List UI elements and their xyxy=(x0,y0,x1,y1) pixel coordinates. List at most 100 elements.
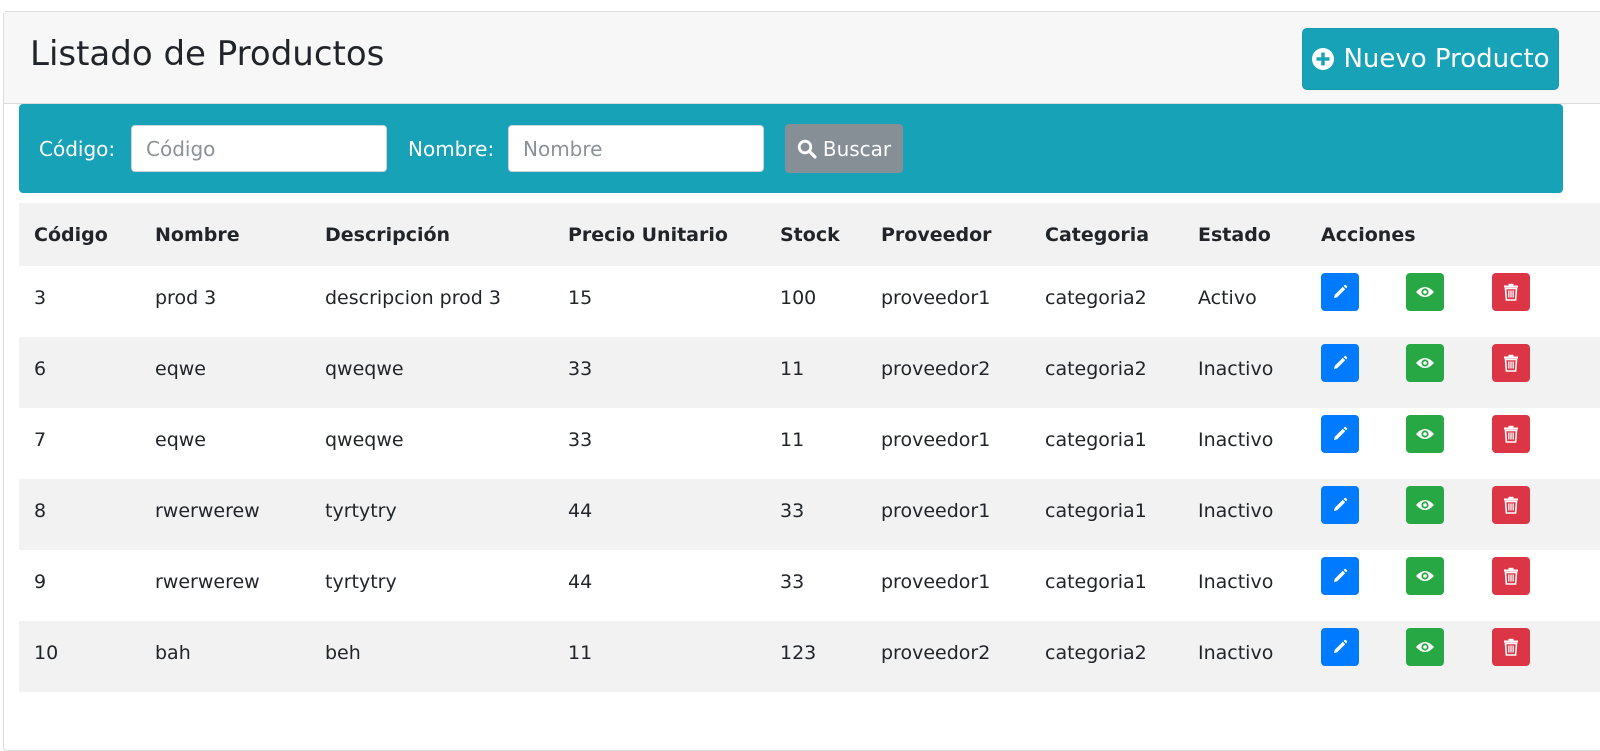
cell-codigo: 7 xyxy=(19,408,140,479)
pencil-icon xyxy=(1331,354,1349,372)
cell-actions xyxy=(1306,337,1600,408)
search-icon xyxy=(797,139,817,159)
eye-icon xyxy=(1415,498,1435,512)
cell-descripcion: descripcion prod 3 xyxy=(310,266,553,337)
column-header: Descripción xyxy=(310,203,553,266)
delete-button[interactable] xyxy=(1492,343,1530,382)
cell-estado: Inactivo xyxy=(1183,479,1306,550)
trash-icon xyxy=(1503,354,1519,372)
column-header: Estado xyxy=(1183,203,1306,266)
edit-button[interactable] xyxy=(1321,272,1359,311)
cell-stock: 33 xyxy=(765,479,866,550)
products-table: Código Nombre Descripción Precio Unitario St… xyxy=(19,203,1600,692)
view-button[interactable] xyxy=(1406,627,1444,666)
trash-icon xyxy=(1503,283,1519,301)
new-product-button[interactable]: Nuevo Producto xyxy=(1302,28,1559,90)
pencil-icon xyxy=(1331,283,1349,301)
cell-stock: 11 xyxy=(765,337,866,408)
view-button[interactable] xyxy=(1406,414,1444,453)
cell-proveedor: proveedor1 xyxy=(866,266,1030,337)
cell-estado: Inactivo xyxy=(1183,337,1306,408)
cell-codigo: 10 xyxy=(19,621,140,692)
cell-stock: 100 xyxy=(765,266,866,337)
cell-proveedor: proveedor2 xyxy=(866,621,1030,692)
pencil-icon xyxy=(1331,638,1349,656)
cell-nombre: prod 3 xyxy=(140,266,310,337)
cell-estado: Inactivo xyxy=(1183,621,1306,692)
view-button[interactable] xyxy=(1406,343,1444,382)
cell-descripcion: beh xyxy=(310,621,553,692)
delete-button[interactable] xyxy=(1492,272,1530,311)
edit-button[interactable] xyxy=(1321,343,1359,382)
eye-icon xyxy=(1415,640,1435,654)
cell-codigo: 8 xyxy=(19,479,140,550)
cell-descripcion: tyrtytry xyxy=(310,479,553,550)
table-row: 9 rwerwerew tyrtytry 44 33 proveedor1 categori… xyxy=(19,550,1600,621)
cell-precio: 15 xyxy=(553,266,765,337)
search-button-label: Buscar xyxy=(822,136,892,161)
edit-button[interactable] xyxy=(1321,414,1359,453)
trash-icon xyxy=(1503,638,1519,656)
eye-icon xyxy=(1415,356,1435,370)
nombre-input[interactable] xyxy=(508,125,764,172)
view-button[interactable] xyxy=(1406,272,1444,311)
cell-nombre: eqwe xyxy=(140,337,310,408)
cell-estado: Inactivo xyxy=(1183,550,1306,621)
cell-codigo: 9 xyxy=(19,550,140,621)
cell-nombre: rwerwerew xyxy=(140,479,310,550)
delete-button[interactable] xyxy=(1492,485,1530,524)
pencil-icon xyxy=(1331,496,1349,514)
edit-button[interactable] xyxy=(1321,485,1359,524)
search-bar: Código: Nombre: Buscar xyxy=(19,104,1563,193)
cell-categoria: categoria2 xyxy=(1030,337,1183,408)
column-header: Proveedor xyxy=(866,203,1030,266)
cell-actions xyxy=(1306,479,1600,550)
column-header: Categoria xyxy=(1030,203,1183,266)
column-header: Stock xyxy=(765,203,866,266)
cell-descripcion: tyrtytry xyxy=(310,550,553,621)
delete-button[interactable] xyxy=(1492,627,1530,666)
eye-icon xyxy=(1415,285,1435,299)
cell-actions xyxy=(1306,408,1600,479)
cell-categoria: categoria1 xyxy=(1030,408,1183,479)
cell-stock: 123 xyxy=(765,621,866,692)
table-header-row: Código Nombre Descripción Precio Unitario St… xyxy=(19,203,1600,266)
page-title: Listado de Productos xyxy=(30,34,385,74)
delete-button[interactable] xyxy=(1492,556,1530,595)
cell-proveedor: proveedor2 xyxy=(866,337,1030,408)
nombre-label: Nombre: xyxy=(408,137,495,161)
cell-categoria: categoria1 xyxy=(1030,550,1183,621)
cell-nombre: rwerwerew xyxy=(140,550,310,621)
edit-button[interactable] xyxy=(1321,627,1359,666)
cell-proveedor: proveedor1 xyxy=(866,550,1030,621)
view-button[interactable] xyxy=(1406,485,1444,524)
cell-categoria: categoria1 xyxy=(1030,479,1183,550)
column-header: Precio Unitario xyxy=(553,203,765,266)
view-button[interactable] xyxy=(1406,556,1444,595)
cell-estado: Activo xyxy=(1183,266,1306,337)
cell-precio: 33 xyxy=(553,337,765,408)
eye-icon xyxy=(1415,427,1435,441)
plus-circle-icon xyxy=(1312,48,1335,70)
cell-nombre: bah xyxy=(140,621,310,692)
pencil-icon xyxy=(1331,567,1349,585)
edit-button[interactable] xyxy=(1321,556,1359,595)
cell-stock: 33 xyxy=(765,550,866,621)
cell-precio: 44 xyxy=(553,479,765,550)
search-button[interactable]: Buscar xyxy=(785,124,903,173)
cell-precio: 11 xyxy=(553,621,765,692)
column-header: Acciones xyxy=(1306,203,1600,266)
delete-button[interactable] xyxy=(1492,414,1530,453)
column-header: Nombre xyxy=(140,203,310,266)
cell-codigo: 3 xyxy=(19,266,140,337)
table-row: 8 rwerwerew tyrtytry 44 33 proveedor1 categori… xyxy=(19,479,1600,550)
trash-icon xyxy=(1503,425,1519,443)
cell-actions xyxy=(1306,550,1600,621)
cell-actions xyxy=(1306,621,1600,692)
codigo-label: Código: xyxy=(39,137,116,161)
codigo-input[interactable] xyxy=(131,125,387,172)
cell-stock: 11 xyxy=(765,408,866,479)
cell-codigo: 6 xyxy=(19,337,140,408)
cell-proveedor: proveedor1 xyxy=(866,479,1030,550)
cell-actions xyxy=(1306,266,1600,337)
